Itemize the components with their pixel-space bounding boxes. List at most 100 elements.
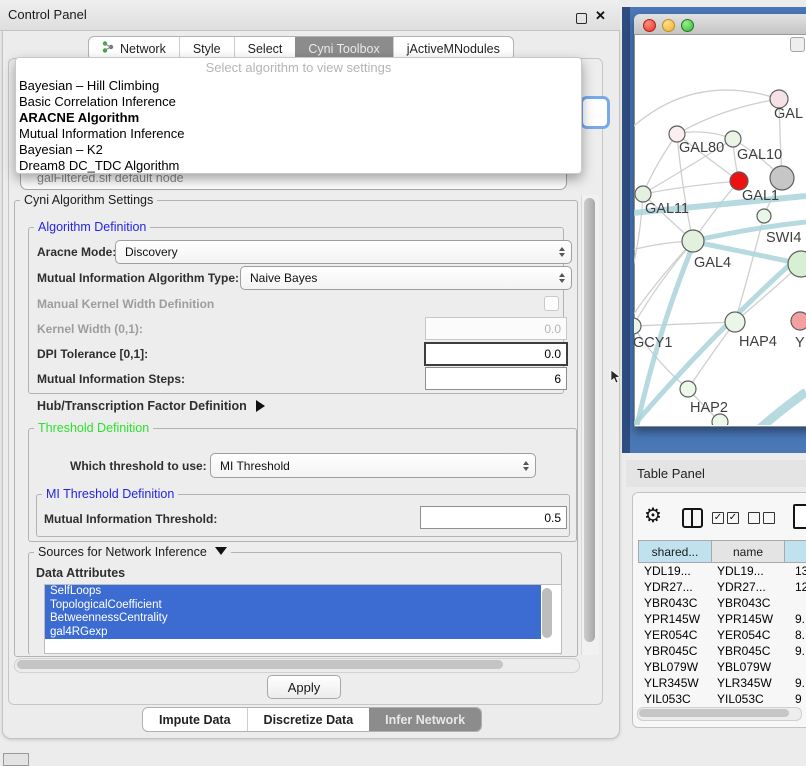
collapsed-panel-button[interactable] bbox=[3, 753, 29, 766]
table-cell: 9. bbox=[785, 675, 806, 691]
table-panel-header: Table Panel bbox=[626, 460, 806, 487]
column-header-shared[interactable]: shared... bbox=[638, 540, 712, 563]
table-panel-title: Table Panel bbox=[637, 466, 705, 481]
unchecked-checkbox-icon[interactable] bbox=[748, 512, 760, 524]
combo-stepper-icon bbox=[559, 247, 565, 257]
table-cell: YLR345W bbox=[638, 675, 711, 691]
network-node-label: GAL4 bbox=[694, 255, 731, 271]
network-node-label: GCY1 bbox=[634, 335, 673, 351]
close-traffic-light[interactable] bbox=[643, 19, 656, 32]
network-node-GAL4[interactable] bbox=[682, 230, 704, 252]
list-item-topologicalcoefficient[interactable]: TopologicalCoefficient bbox=[45, 599, 541, 613]
network-node-salmon-right[interactable] bbox=[791, 312, 806, 330]
mi-threshold-label: Mutual Information Threshold: bbox=[44, 512, 217, 526]
table-cell: YDR27... bbox=[638, 579, 711, 595]
dpi-tolerance-label: DPI Tolerance [0,1]: bbox=[37, 347, 148, 361]
unchecked-checkbox-icon[interactable] bbox=[763, 512, 775, 524]
column-header-cut[interactable] bbox=[785, 540, 806, 563]
popup-item-basic-correlation[interactable]: Basic Correlation Inference bbox=[16, 94, 581, 110]
tab-discretize-data[interactable]: Discretize Data bbox=[247, 708, 370, 731]
table-row[interactable]: YPR145WYPR145W9. bbox=[638, 611, 806, 627]
table-row[interactable]: YBR043CYBR043C bbox=[638, 595, 806, 611]
network-window-titlebar bbox=[634, 14, 806, 35]
zoom-traffic-light[interactable] bbox=[681, 19, 694, 32]
table-cell: YLR345W bbox=[711, 675, 785, 691]
gear-icon[interactable]: ⚙ bbox=[644, 503, 662, 528]
aracne-mode-combo[interactable]: Discovery bbox=[115, 240, 572, 264]
network-edge bbox=[677, 99, 779, 134]
combo-stepper-icon bbox=[523, 461, 529, 471]
document-icon[interactable] bbox=[793, 504, 806, 529]
table-cell: 12 bbox=[785, 579, 806, 595]
tab-impute-data[interactable]: Impute Data bbox=[143, 708, 247, 731]
dpi-tolerance-input[interactable]: 0.0 bbox=[424, 342, 568, 366]
mi-steps-input[interactable]: 6 bbox=[425, 367, 567, 390]
manual-kernel-label: Manual Kernel Width Definition bbox=[37, 297, 214, 311]
sources-group-title[interactable]: Sources for Network Inference bbox=[34, 545, 231, 559]
network-node-HAP4[interactable] bbox=[725, 312, 745, 332]
float-window-icon[interactable] bbox=[576, 13, 587, 24]
network-svg[interactable]: GALGAL80GAL10GAL1GAL11SWI4GAL4GCY1HAP4YH… bbox=[634, 34, 806, 425]
column-header-name[interactable]: name bbox=[712, 540, 785, 563]
settings-vscrollbar-thumb[interactable] bbox=[584, 198, 595, 642]
network-node-GAL11[interactable] bbox=[635, 186, 651, 202]
popup-item-dream8[interactable]: Dream8 DC_TDC Algorithm bbox=[16, 158, 581, 174]
list-item-selfloops[interactable]: SelfLoops bbox=[45, 585, 541, 599]
table-row[interactable]: YIL053CYIL053C9 bbox=[638, 691, 806, 706]
table-cell: YER054C bbox=[638, 627, 711, 643]
focused-combo-fragment bbox=[580, 96, 610, 129]
table-row[interactable]: YBL079WYBL079W bbox=[638, 659, 806, 675]
panel-title: Control Panel bbox=[8, 7, 87, 22]
network-node-GCY1[interactable] bbox=[634, 318, 641, 334]
network-edge bbox=[634, 242, 693, 326]
popup-placeholder: Select algorithm to view settings bbox=[16, 58, 581, 78]
mouse-cursor bbox=[610, 370, 622, 384]
minimize-traffic-light[interactable] bbox=[662, 19, 675, 32]
network-node-HAP2[interactable] bbox=[680, 381, 696, 397]
network-scrollbar-button[interactable] bbox=[790, 37, 805, 52]
mi-steps-label: Mutual Information Steps: bbox=[37, 372, 185, 386]
table-row[interactable]: YDR27...YDR27...12 bbox=[638, 579, 806, 595]
table-rows: YDL19...YDL19...13YDR27...YDR27...12YBR0… bbox=[638, 563, 806, 706]
list-scrollbar-thumb[interactable] bbox=[542, 588, 552, 638]
checked-checkbox-icon[interactable]: ✓ bbox=[712, 512, 724, 524]
network-node-bottom-cut[interactable] bbox=[712, 414, 728, 425]
apply-button[interactable]: Apply bbox=[267, 675, 341, 699]
table-row[interactable]: YLR345WYLR345W9. bbox=[638, 675, 806, 691]
network-edge-thick bbox=[636, 243, 694, 425]
table-row[interactable]: YER054CYER054C8. bbox=[638, 627, 806, 643]
table-hscrollbar-thumb[interactable] bbox=[639, 709, 789, 717]
popup-item-aracne[interactable]: ARACNE Algorithm bbox=[16, 110, 581, 126]
table-cell: YBR043C bbox=[711, 595, 785, 611]
table-row[interactable]: YBR045CYBR045C9. bbox=[638, 643, 806, 659]
settings-hscrollbar-thumb[interactable] bbox=[17, 660, 503, 669]
manual-kernel-checkbox[interactable] bbox=[544, 296, 559, 311]
mi-type-combo[interactable]: Naive Bayes bbox=[240, 266, 572, 290]
tab-infer-network[interactable]: Infer Network bbox=[369, 708, 481, 731]
mi-threshold-input[interactable]: 0.5 bbox=[420, 506, 567, 529]
table-row[interactable]: YDL19...YDL19...13 bbox=[638, 563, 806, 579]
network-node-label: GAL1 bbox=[742, 188, 779, 204]
algorithm-dropdown-popup: Select algorithm to view settings Bayesi… bbox=[15, 57, 582, 174]
which-threshold-combo[interactable]: MI Threshold bbox=[210, 453, 536, 478]
popup-item-bayesian-k2[interactable]: Bayesian – K2 bbox=[16, 142, 581, 158]
network-node-gray-node[interactable] bbox=[770, 166, 794, 190]
which-threshold-label: Which threshold to use: bbox=[70, 459, 207, 473]
network-node-SWI4[interactable] bbox=[757, 209, 771, 223]
network-edge bbox=[643, 181, 739, 194]
popup-item-mutual-information[interactable]: Mutual Information Inference bbox=[16, 126, 581, 142]
checked-checkbox-icon[interactable]: ✓ bbox=[727, 512, 739, 524]
list-item-gal4rgexp[interactable]: gal4RGexp bbox=[45, 626, 541, 640]
table-cell: 8. bbox=[785, 627, 806, 643]
network-edge bbox=[634, 90, 779, 135]
kernel-width-label: Kernel Width (0,1): bbox=[37, 322, 143, 336]
table-cell: YDL19... bbox=[638, 563, 711, 579]
split-columns-icon[interactable] bbox=[682, 508, 703, 528]
network-node-label: HAP2 bbox=[690, 400, 728, 416]
list-item-betweennesscentrality[interactable]: BetweennessCentrality bbox=[45, 612, 541, 626]
close-icon[interactable]: ✕ bbox=[595, 8, 606, 24]
table-cell: YDR27... bbox=[711, 579, 785, 595]
popup-item-bayesian-hill-climbing[interactable]: Bayesian – Hill Climbing bbox=[16, 78, 581, 94]
hub-definition-toggle[interactable]: Hub/Transcription Factor Definition bbox=[37, 399, 265, 413]
network-node-GAL10[interactable] bbox=[725, 131, 741, 147]
